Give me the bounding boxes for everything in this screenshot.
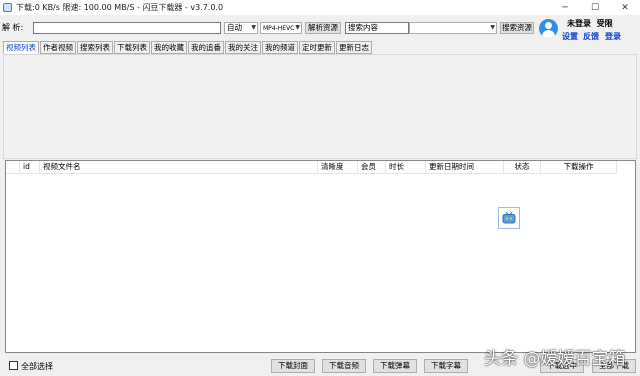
login-status-text: 未登录 [567, 19, 591, 28]
search-input[interactable]: 搜索内容 [345, 22, 409, 34]
permission-text: 受限 [596, 19, 613, 28]
tab-download-list[interactable]: 下载列表 [114, 41, 150, 54]
format-select[interactable]: MP4-HEVC ▼ [260, 22, 302, 34]
download-danmaku-button[interactable]: 下载弹幕 [373, 359, 417, 373]
close-button[interactable]: ✕ [610, 0, 640, 15]
title-bar: 下载:0 KB/s 限速: 100.00 MB/S - 闪豆下载器 - v3.7… [0, 0, 640, 15]
login-link[interactable]: 登录 [605, 31, 621, 42]
column-duration[interactable]: 时长 [386, 161, 426, 174]
search-type-select[interactable]: ▼ [409, 22, 497, 34]
column-quality[interactable]: 清晰度 [318, 161, 358, 174]
tab-author-videos[interactable]: 作者视频 [40, 41, 76, 54]
parse-button[interactable]: 解析资源 [305, 22, 341, 34]
quality-select[interactable]: 自动 ▼ [224, 22, 258, 34]
download-cover-button[interactable]: 下载封面 [271, 359, 315, 373]
table-header: id 视频文件名 清晰度 会员 时长 更新日期时间 状态 下载操作 [6, 161, 635, 174]
watermark: 头条 @嫒嫒百宝箱 [484, 349, 626, 369]
tv-icon [498, 207, 520, 229]
column-id[interactable]: id [20, 161, 40, 174]
select-all-label[interactable]: 全部选择 [21, 361, 53, 372]
download-subtitle-button[interactable]: 下载字幕 [424, 359, 468, 373]
search-button[interactable]: 搜索资源 [500, 22, 534, 34]
login-status: 未登录 受限 [567, 18, 613, 29]
video-table: id 视频文件名 清晰度 会员 时长 更新日期时间 状态 下载操作 [5, 160, 636, 353]
chevron-down-icon: ▼ [295, 24, 300, 31]
tab-changelog[interactable]: 更新日志 [336, 41, 372, 54]
download-audio-button[interactable]: 下载音频 [322, 359, 366, 373]
feedback-link[interactable]: 反馈 [583, 31, 599, 42]
column-update-time[interactable]: 更新日期时间 [426, 161, 504, 174]
tab-search-list[interactable]: 搜索列表 [77, 41, 113, 54]
window-controls: ─ ☐ ✕ [550, 0, 640, 15]
avatar[interactable] [539, 19, 558, 38]
tab-following-series[interactable]: 我的追番 [188, 41, 224, 54]
quality-select-value: 自动 [227, 23, 242, 32]
tab-favorites[interactable]: 我的收藏 [151, 41, 187, 54]
tab-video-list[interactable]: 视频列表 [3, 41, 39, 54]
format-select-value: MP4-HEVC [263, 25, 295, 32]
chevron-down-icon: ▼ [490, 24, 495, 31]
info-panel [3, 54, 637, 159]
select-all-checkbox[interactable] [9, 361, 18, 370]
column-vip[interactable]: 会员 [358, 161, 386, 174]
tv-icon-glyph [502, 212, 516, 224]
minimize-button[interactable]: ─ [550, 0, 580, 15]
tab-following[interactable]: 我的关注 [225, 41, 261, 54]
tab-bar: 视频列表 作者视频 搜索列表 下载列表 我的收藏 我的追番 我的关注 我的频道 … [3, 41, 373, 54]
column-status[interactable]: 状态 [504, 161, 541, 174]
app-icon [3, 3, 12, 12]
url-input[interactable] [33, 22, 221, 34]
maximize-button[interactable]: ☐ [580, 0, 610, 15]
column-filename[interactable]: 视频文件名 [40, 161, 318, 174]
column-checkbox [6, 161, 20, 174]
window-title: 下载:0 KB/s 限速: 100.00 MB/S - 闪豆下载器 - v3.7… [16, 3, 224, 12]
parse-label: 解 析: [2, 23, 24, 32]
chevron-down-icon: ▼ [251, 24, 256, 31]
tab-channels[interactable]: 我的频道 [262, 41, 298, 54]
column-actions[interactable]: 下载操作 [541, 161, 617, 174]
settings-link[interactable]: 设置 [562, 31, 578, 42]
tab-scheduled-update[interactable]: 定时更新 [299, 41, 335, 54]
